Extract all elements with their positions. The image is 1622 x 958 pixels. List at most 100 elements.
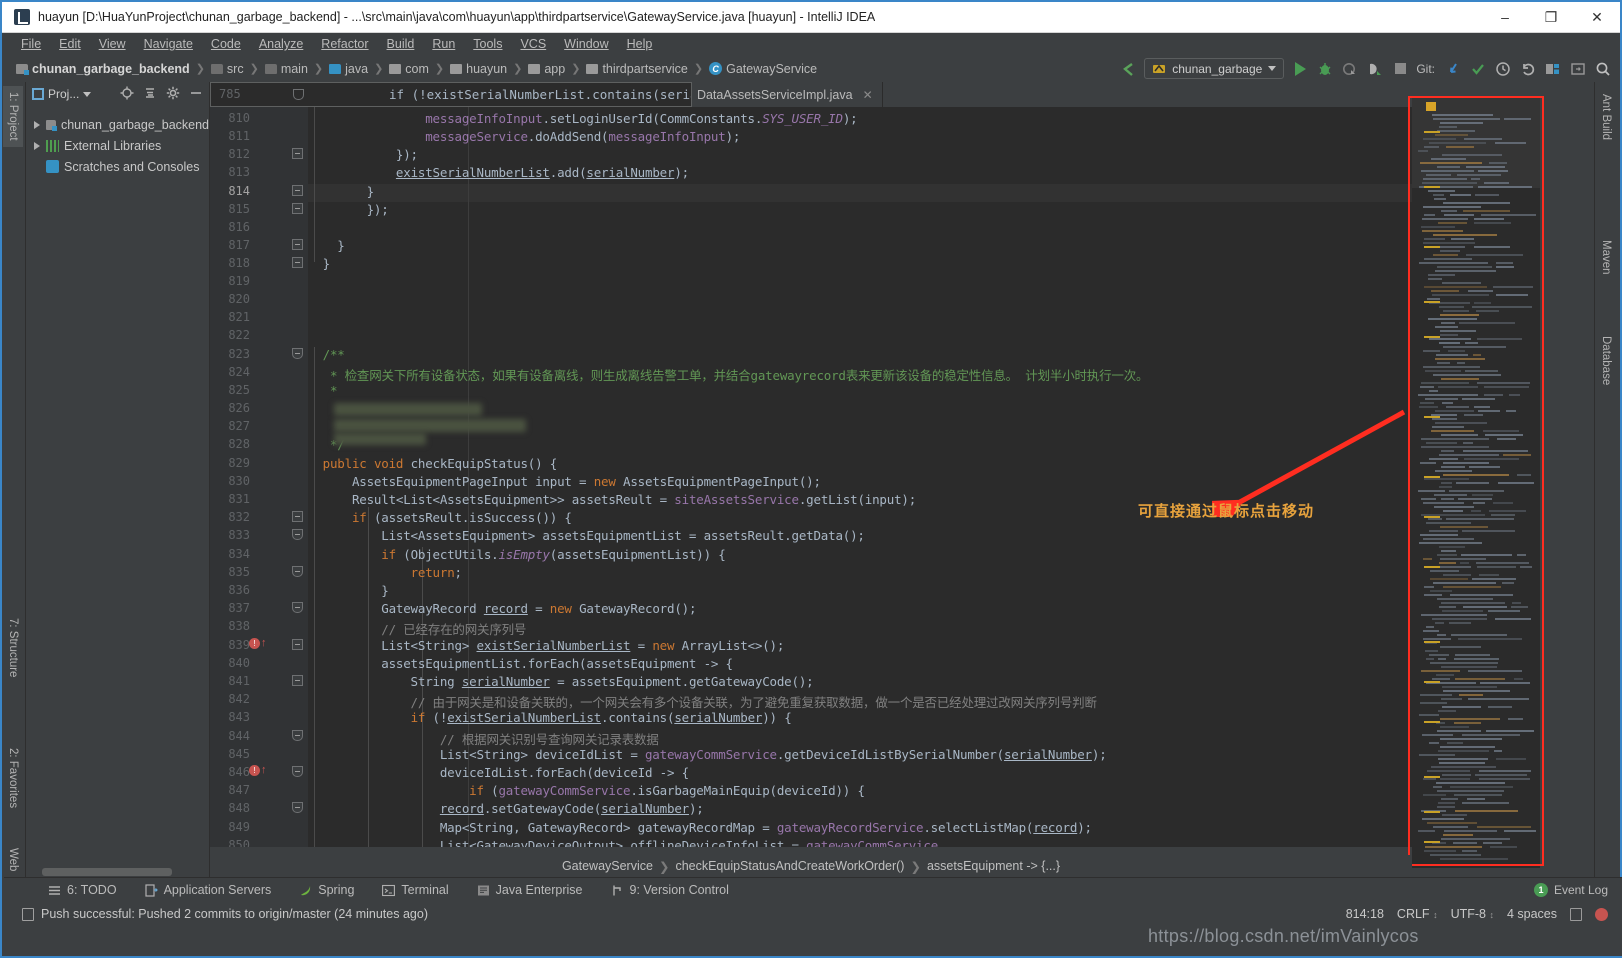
code-text-area[interactable]: messageInfoInput.setLoginUserId(CommCons… <box>308 107 1412 847</box>
breadcrumb-method[interactable]: checkEquipStatusAndCreateWorkOrder() <box>675 859 904 873</box>
breadcrumb-item-module[interactable]: chunan_garbage_backend <box>14 61 192 77</box>
code-minimap[interactable] <box>1412 96 1540 868</box>
menu-help[interactable]: Help <box>618 35 662 53</box>
bottom-tab-todo[interactable]: 6: TODO <box>34 878 131 903</box>
menu-file[interactable]: File <box>12 35 50 53</box>
run-with-coverage-button[interactable] <box>1341 60 1359 78</box>
menu-vcs[interactable]: VCS <box>511 35 555 53</box>
minimap-marker[interactable] <box>1424 641 1440 643</box>
git-commit-icon[interactable] <box>1469 60 1487 78</box>
back-arrow-icon[interactable] <box>1119 60 1137 78</box>
git-update-icon[interactable] <box>1444 60 1462 78</box>
search-icon[interactable] <box>1594 60 1612 78</box>
minimap-marker[interactable] <box>1424 246 1440 248</box>
tool-window-structure[interactable]: 7: Structure <box>3 612 23 683</box>
minimap-marker[interactable] <box>1424 336 1440 338</box>
minimap-marker[interactable] <box>1424 516 1440 518</box>
code-fold-toggle[interactable] <box>292 766 303 777</box>
minimize-button[interactable]: – <box>1482 2 1528 32</box>
minimap-marker[interactable] <box>1424 776 1440 778</box>
code-fold-toggle[interactable] <box>292 511 303 522</box>
code-fold-toggle[interactable] <box>292 566 303 577</box>
horizontal-scrollbar[interactable] <box>42 868 172 876</box>
breadcrumb-item-com[interactable]: com <box>387 61 431 77</box>
bottom-tab-java-enterprise[interactable]: Java Enterprise <box>463 878 597 903</box>
minimap-marker[interactable] <box>1424 681 1440 683</box>
line-separator-widget[interactable]: CRLF ↕ <box>1397 907 1438 921</box>
minimap-marker[interactable] <box>1424 566 1440 568</box>
inspection-warning-marker[interactable]: ! ↑ <box>249 765 267 776</box>
breadcrumb-item-app[interactable]: app <box>526 61 567 77</box>
gear-icon[interactable] <box>166 86 180 103</box>
tool-window-database[interactable]: Database <box>1595 330 1617 391</box>
minimap-marker[interactable] <box>1424 841 1440 843</box>
menu-code[interactable]: Code <box>202 35 250 53</box>
caret-position[interactable]: 814:18 <box>1346 907 1384 921</box>
encoding-widget[interactable]: UTF-8 ↕ <box>1451 907 1494 921</box>
code-fold-toggle[interactable] <box>292 239 303 250</box>
code-editor[interactable]: 810 811 812 813 814 815 816 817 818 819 … <box>210 107 1412 847</box>
breadcrumb-item-huayun[interactable]: huayun <box>448 61 509 77</box>
code-fold-toggle[interactable] <box>292 529 303 540</box>
project-structure-icon[interactable] <box>1544 60 1562 78</box>
tool-window-web[interactable]: Web <box>3 842 23 877</box>
run-button[interactable] <box>1291 60 1309 78</box>
code-fold-toggle[interactable] <box>292 639 303 650</box>
code-fold-toggle[interactable] <box>292 730 303 741</box>
menu-tools[interactable]: Tools <box>464 35 511 53</box>
event-log-area[interactable]: 1 Event Log <box>1533 883 1622 897</box>
code-fold-toggle[interactable] <box>292 148 303 159</box>
editor-gutter[interactable]: 810 811 812 813 814 815 816 817 818 819 … <box>210 107 308 847</box>
breadcrumb-lambda[interactable]: assetsEquipment -> {...} <box>927 859 1060 873</box>
expand-arrow-icon[interactable] <box>34 141 40 150</box>
profile-button[interactable] <box>1366 60 1384 78</box>
close-button[interactable]: ✕ <box>1574 2 1620 32</box>
breadcrumb-item-main[interactable]: main <box>263 61 310 77</box>
breadcrumb-item-java[interactable]: java <box>327 61 370 77</box>
code-fold-toggle[interactable] <box>292 348 303 359</box>
code-fold-toggle[interactable] <box>292 257 303 268</box>
code-fold-toggle[interactable] <box>292 203 303 214</box>
tool-window-project[interactable]: 1: Project <box>3 86 23 147</box>
minimap-marker[interactable] <box>1424 131 1440 133</box>
menu-build[interactable]: Build <box>378 35 424 53</box>
menu-refactor[interactable]: Refactor <box>312 35 377 53</box>
tree-item-external-libraries[interactable]: External Libraries <box>26 135 209 156</box>
minimap-marker[interactable] <box>1424 811 1440 813</box>
tool-window-favorites[interactable]: 2: Favorites <box>3 742 23 814</box>
breadcrumb-item-class[interactable]: C GatewayService <box>707 61 819 77</box>
lock-icon[interactable] <box>1570 907 1582 921</box>
menu-navigate[interactable]: Navigate <box>135 35 202 53</box>
status-message-area[interactable]: Push successful: Pushed 2 commits to ori… <box>22 907 428 921</box>
menu-view[interactable]: View <box>90 35 135 53</box>
bottom-tab-terminal[interactable]: Terminal <box>368 878 462 903</box>
editor-tab-dataassetsserviceimpl[interactable]: C DataAssetsServiceImpl.java✕ <box>669 82 883 107</box>
hide-panel-icon[interactable] <box>189 86 203 103</box>
event-log-label[interactable]: Event Log <box>1554 883 1608 897</box>
locate-file-icon[interactable] <box>120 86 134 103</box>
run-configuration-selector[interactable]: chunan_garbage <box>1144 58 1285 79</box>
code-fold-toggle[interactable] <box>292 675 303 686</box>
close-icon[interactable]: ✕ <box>863 88 873 102</box>
inspection-warning-marker[interactable]: ! ↑ <box>249 638 267 649</box>
tool-window-ant-build[interactable]: Ant Build <box>1595 88 1617 146</box>
git-history-icon[interactable] <box>1494 60 1512 78</box>
indent-widget[interactable]: 4 spaces <box>1507 907 1557 921</box>
bottom-tab-spring[interactable]: Spring <box>285 878 368 903</box>
git-rollback-icon[interactable] <box>1519 60 1537 78</box>
code-fold-toggle[interactable] <box>292 602 303 613</box>
sdk-settings-icon[interactable] <box>1569 60 1587 78</box>
menu-window[interactable]: Window <box>555 35 617 53</box>
minimap-marker[interactable] <box>1424 416 1440 418</box>
menu-edit[interactable]: Edit <box>50 35 90 53</box>
debug-button[interactable] <box>1316 60 1334 78</box>
error-status-icon[interactable] <box>1595 907 1608 921</box>
code-fold-toggle[interactable] <box>292 185 303 196</box>
collapse-all-icon[interactable] <box>143 86 157 103</box>
breadcrumb-class[interactable]: GatewayService <box>562 859 653 873</box>
maximize-button[interactable]: ❐ <box>1528 2 1574 32</box>
minimap-marker[interactable] <box>1424 721 1440 723</box>
tree-item-scratches[interactable]: Scratches and Consoles <box>26 156 209 177</box>
expand-arrow-icon[interactable] <box>34 120 40 129</box>
minimap-marker[interactable] <box>1424 301 1440 303</box>
